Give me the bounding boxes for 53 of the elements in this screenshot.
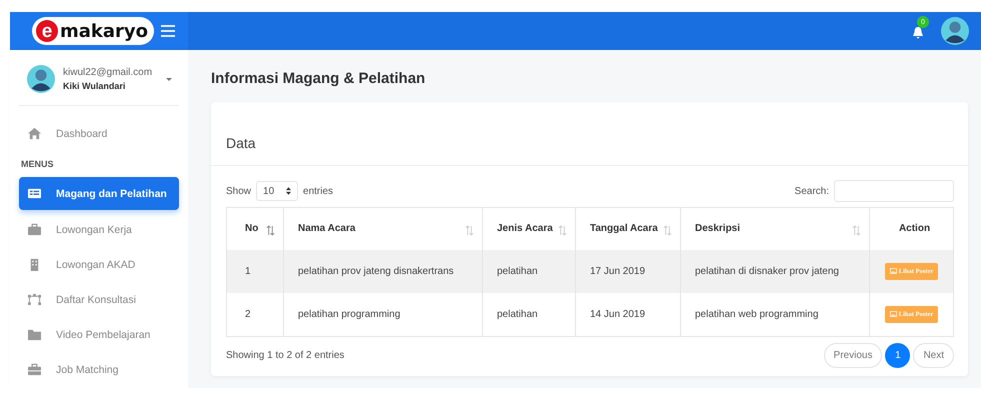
table-cell: pelatihan web programming [680, 292, 870, 336]
section-label: MENUS [20, 158, 55, 171]
pagination-button[interactable]: 1 [885, 342, 910, 368]
sidebar-item[interactable]: Job Matching [19, 352, 179, 387]
sort-icon [558, 225, 567, 236]
image-icon [890, 311, 897, 317]
caret-icon[interactable] [165, 76, 173, 82]
sidebar-item[interactable]: Video Pembelajaran [19, 317, 179, 352]
table-cell: 14 Jun 2019 [576, 292, 680, 336]
pagination-button[interactable]: Previous [824, 342, 882, 368]
table-cell: pelatihan [482, 250, 576, 292]
search-field[interactable] [834, 180, 954, 202]
briefcase-icon [27, 223, 42, 236]
folder-icon [27, 328, 42, 341]
card-title: Data [226, 135, 256, 151]
entries-info: Showing 1 to 2 of 2 entries [226, 350, 344, 360]
table-cell: pelatihan prov jateng disnakertrans [284, 250, 482, 292]
up-down-icon [286, 187, 292, 195]
bell-icon[interactable] [911, 26, 925, 40]
sidebar-item[interactable]: Dashboard [19, 116, 179, 151]
home-icon [27, 127, 42, 140]
page-size-select[interactable]: 10 [256, 181, 298, 201]
list-icon [27, 187, 42, 200]
sidebar-item[interactable]: Magang dan Pelatihan [19, 177, 179, 210]
page-title: Informasi Magang & Pelatihan [211, 70, 426, 87]
table-cell: 2 [226, 292, 284, 336]
logo-text: makaryo [60, 20, 148, 42]
sidebar-item[interactable]: Lowongan AKAD [19, 247, 179, 282]
sort-icon [852, 225, 861, 236]
logo-mark: e [36, 20, 58, 42]
user-name: Kiki Wulandari [63, 81, 126, 91]
sidebar-item[interactable]: Daftar Konsultasi [19, 282, 179, 317]
show-label: Show [226, 186, 252, 196]
table-cell: 1 [226, 250, 284, 292]
logo[interactable]: e makaryo [32, 17, 154, 45]
toolbox-icon [27, 363, 42, 376]
menu-icon[interactable] [160, 24, 176, 38]
table-cell: pelatihan [482, 292, 576, 336]
sidebar-item[interactable]: Lowongan Kerja [19, 212, 179, 247]
image-icon [890, 268, 897, 274]
network-icon [27, 293, 42, 306]
sort-icon [266, 225, 275, 236]
sort-icon [465, 225, 474, 236]
search-label: Search: [794, 186, 829, 196]
entries-label: entries [303, 186, 334, 196]
table-cell: pelatihan programming [284, 292, 482, 336]
sort-icon [663, 225, 672, 236]
table-cell: pelatihan di disnaker prov jateng [680, 250, 870, 292]
avatar-icon [941, 17, 969, 45]
pagination-button[interactable]: Next [913, 342, 954, 368]
table-cell: 17 Jun 2019 [576, 250, 680, 292]
user-email: kiwul22@gmail.com [63, 67, 154, 78]
avatar-icon [27, 65, 55, 93]
